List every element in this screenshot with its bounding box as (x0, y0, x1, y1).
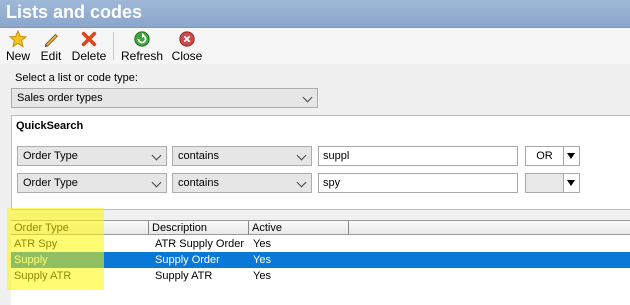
cell-active: Yes (253, 270, 271, 282)
criteria-value-input-2[interactable]: spy (318, 173, 518, 193)
list-type-value: Sales order types (17, 92, 103, 104)
cell-description: Supply Order (155, 254, 220, 266)
criteria-field-value: Order Type (23, 177, 78, 189)
cell-description: Supply ATR (155, 270, 213, 282)
criteria-operator-select-1[interactable]: contains (172, 146, 312, 166)
criteria-field-value: Order Type (23, 150, 78, 162)
criteria-join-dropdown-1[interactable] (563, 146, 580, 166)
chevron-down-icon (302, 92, 313, 103)
delete-button[interactable]: Delete (70, 28, 108, 64)
criteria-join-select-1[interactable]: OR (525, 146, 564, 166)
refresh-button[interactable]: Refresh (121, 28, 163, 64)
criteria-field-select-2[interactable]: Order Type (17, 173, 167, 193)
chevron-down-icon (151, 150, 162, 161)
edit-label: Edit (40, 49, 62, 63)
refresh-label: Refresh (121, 49, 164, 63)
criteria-join-select-2[interactable] (525, 173, 564, 193)
window-titlebar: Lists and codes (0, 0, 630, 28)
close-button[interactable]: Close (171, 28, 203, 64)
close-label: Close (171, 49, 203, 63)
close-circle-icon (171, 30, 203, 50)
criteria-value-text: spy (323, 177, 341, 189)
highlight-annotation (7, 208, 104, 290)
criteria-value-text: suppl (323, 150, 350, 162)
chevron-down-icon (296, 150, 307, 161)
edit-button[interactable]: Edit (38, 28, 64, 64)
criteria-join-dropdown-2[interactable] (563, 173, 580, 193)
toolbar: New Edit Delete Refresh Close (0, 28, 630, 64)
column-header-active[interactable]: Active (249, 221, 349, 235)
chevron-down-icon (296, 177, 307, 188)
x-icon (70, 30, 108, 50)
criteria-field-select-1[interactable]: Order Type (17, 146, 167, 166)
list-type-select[interactable]: Sales order types (11, 88, 318, 108)
cell-description: ATR Supply Order (155, 238, 245, 250)
criteria-value-input-1[interactable]: suppl (318, 146, 518, 166)
criteria-operator-value: contains (178, 150, 219, 162)
cell-active: Yes (253, 254, 271, 266)
list-type-label: Select a list or code type: (15, 72, 138, 84)
pencil-icon (38, 30, 64, 50)
delete-label: Delete (71, 49, 107, 63)
column-header-description[interactable]: Description (149, 221, 249, 235)
criteria-operator-value: contains (178, 177, 219, 189)
cell-active: Yes (253, 238, 271, 250)
criteria-join-value: OR (536, 150, 553, 162)
new-label: New (5, 49, 30, 63)
star-icon (4, 29, 32, 50)
criteria-operator-select-2[interactable]: contains (172, 173, 312, 193)
quicksearch-title: QuickSearch (16, 120, 84, 132)
new-button[interactable]: New (4, 28, 32, 64)
refresh-icon (121, 30, 163, 50)
window-title: Lists and codes (6, 2, 143, 22)
chevron-down-icon (151, 177, 162, 188)
toolbar-separator (113, 32, 114, 60)
